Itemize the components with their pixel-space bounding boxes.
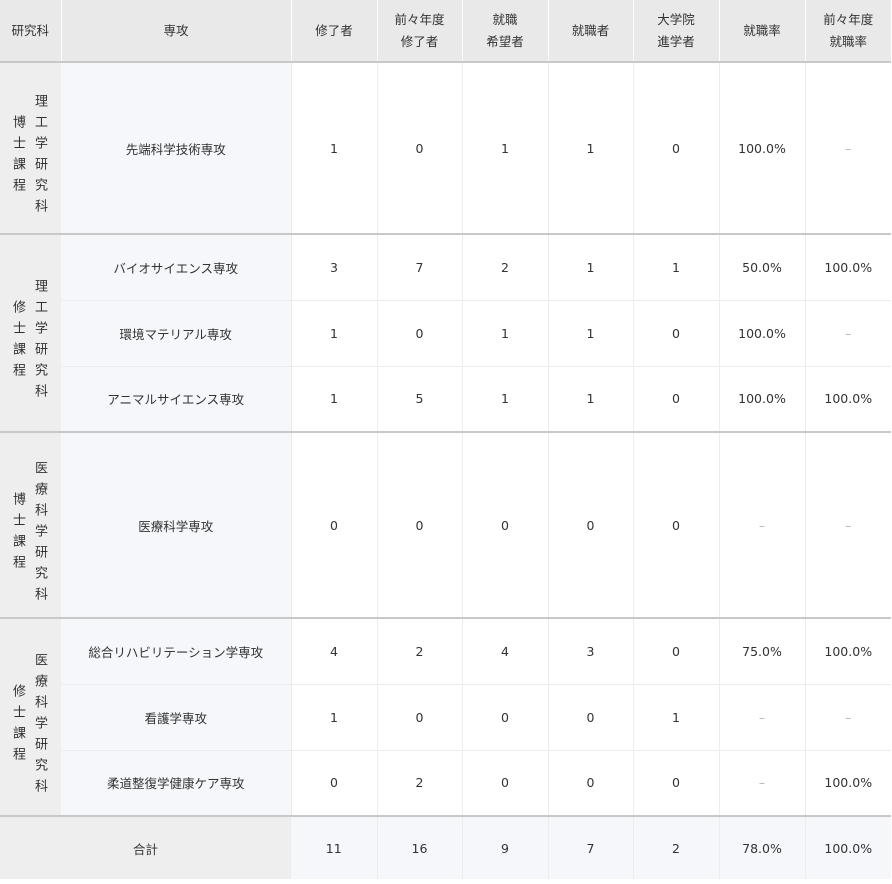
total-completed: 11 xyxy=(291,815,378,879)
major-name: 総合リハビリテーション学専攻 xyxy=(61,617,292,684)
grad-school-entry-cell: 0 xyxy=(633,61,720,234)
major-name: 医療科学専攻 xyxy=(61,431,292,618)
total-grad-school-entry: 2 xyxy=(633,815,720,879)
employment-rate-cell: 100.0% xyxy=(719,61,806,234)
prev-completed-cell: 0 xyxy=(377,431,463,618)
job-seekers-cell: 1 xyxy=(462,365,549,432)
job-seekers-cell: 4 xyxy=(462,617,549,684)
job-seekers-cell: 1 xyxy=(462,61,549,234)
employed-cell: 1 xyxy=(548,233,634,300)
employment-rate-cell: – xyxy=(719,431,806,618)
major-name: 看護学専攻 xyxy=(61,683,292,750)
graduate-school-cell: 医療科学研究科 修士課程 xyxy=(0,617,61,816)
employment-rate-cell: – xyxy=(719,683,806,750)
major-name: 柔道整復学健康ケア専攻 xyxy=(61,749,292,816)
employment-rate-cell: 50.0% xyxy=(719,233,806,300)
graduate-school-cell: 理工学研究科 博士課程 xyxy=(0,61,61,234)
employment-rate-cell: 75.0% xyxy=(719,617,806,684)
employed-cell: 1 xyxy=(548,299,634,366)
completed-cell: 4 xyxy=(291,617,378,684)
prev-completed-cell: 0 xyxy=(377,683,463,750)
table-row: 医療科学研究科 博士課程 医療科学専攻 0 0 0 0 0 – – xyxy=(0,431,891,618)
completed-cell: 1 xyxy=(291,299,378,366)
prev-employment-rate-cell: – xyxy=(805,61,891,234)
employed-cell: 1 xyxy=(548,61,634,234)
header-employed: 就職者 xyxy=(548,0,634,62)
prev-employment-rate-cell: – xyxy=(805,683,891,750)
total-employed: 7 xyxy=(548,815,634,879)
completed-cell: 1 xyxy=(291,365,378,432)
header-employment-rate: 就職率 xyxy=(719,0,806,62)
header-completed: 修了者 xyxy=(291,0,378,62)
table-row: 理工学研究科 博士課程 先端科学技術専攻 1 0 1 1 0 100.0% – xyxy=(0,61,891,234)
header-graduate-school: 研究科 xyxy=(0,0,62,62)
prev-completed-cell: 5 xyxy=(377,365,463,432)
major-name: アニマルサイエンス専攻 xyxy=(61,365,292,432)
employed-cell: 1 xyxy=(548,365,634,432)
job-seekers-cell: 0 xyxy=(462,683,549,750)
header-major: 専攻 xyxy=(61,0,292,62)
job-seekers-cell: 0 xyxy=(462,431,549,618)
prev-completed-cell: 2 xyxy=(377,617,463,684)
completed-cell: 1 xyxy=(291,61,378,234)
major-name: 先端科学技術専攻 xyxy=(61,61,292,234)
header-grad-school-entry: 大学院 進学者 xyxy=(633,0,720,62)
table-row: アニマルサイエンス専攻 1 5 1 1 0 100.0% 100.0% xyxy=(0,365,891,432)
completed-cell: 0 xyxy=(291,749,378,816)
graduate-school-cell: 理工学研究科 修士課程 xyxy=(0,233,61,432)
table-header: 研究科 専攻 修了者 前々年度 修了者 就職 希望者 就職者 大学院 進学者 就職率 … xyxy=(0,0,891,62)
prev-completed-cell: 2 xyxy=(377,749,463,816)
grad-school-entry-cell: 1 xyxy=(633,683,720,750)
employment-stats-table: 研究科 専攻 修了者 前々年度 修了者 就職 希望者 就職者 大学院 進学者 就職率 … xyxy=(0,0,891,879)
grad-school-entry-cell: 0 xyxy=(633,365,720,432)
job-seekers-cell: 0 xyxy=(462,749,549,816)
header-job-seekers: 就職 希望者 xyxy=(462,0,549,62)
total-prev-employment-rate: 100.0% xyxy=(805,815,891,879)
total-employment-rate: 78.0% xyxy=(719,815,806,879)
prev-completed-cell: 0 xyxy=(377,299,463,366)
completed-cell: 1 xyxy=(291,683,378,750)
employed-cell: 3 xyxy=(548,617,634,684)
grad-school-entry-cell: 1 xyxy=(633,233,720,300)
employed-cell: 0 xyxy=(548,683,634,750)
employment-rate-cell: 100.0% xyxy=(719,299,806,366)
header-prev-completed: 前々年度 修了者 xyxy=(377,0,463,62)
table-row: 環境マテリアル専攻 1 0 1 1 0 100.0% – xyxy=(0,299,891,366)
total-job-seekers: 9 xyxy=(462,815,549,879)
grad-school-entry-cell: 0 xyxy=(633,431,720,618)
prev-employment-rate-cell: 100.0% xyxy=(805,749,891,816)
prev-employment-rate-cell: 100.0% xyxy=(805,365,891,432)
major-name: バイオサイエンス専攻 xyxy=(61,233,292,300)
completed-cell: 3 xyxy=(291,233,378,300)
grad-school-entry-cell: 0 xyxy=(633,299,720,366)
table-row: 理工学研究科 修士課程 バイオサイエンス専攻 3 7 2 1 1 50.0% 10… xyxy=(0,233,891,432)
header-prev-employment-rate: 前々年度 就職率 xyxy=(805,0,891,62)
grad-school-entry-cell: 0 xyxy=(633,749,720,816)
employment-rate-cell: – xyxy=(719,749,806,816)
employed-cell: 0 xyxy=(548,749,634,816)
prev-completed-cell: 0 xyxy=(377,61,463,234)
prev-employment-rate-cell: 100.0% xyxy=(805,233,891,300)
employment-rate-cell: 100.0% xyxy=(719,365,806,432)
table-row: 看護学専攻 1 0 0 0 1 – – xyxy=(0,683,891,750)
total-label: 合計 xyxy=(0,815,291,879)
total-prev-completed: 16 xyxy=(377,815,463,879)
table-row: 医療科学研究科 修士課程 総合リハビリテーション学専攻 4 2 4 3 0 75.… xyxy=(0,617,891,816)
table-row: 柔道整復学健康ケア専攻 0 2 0 0 0 – 100.0% xyxy=(0,749,891,816)
completed-cell: 0 xyxy=(291,431,378,618)
total-row: 合計 11 16 9 7 2 78.0% 100.0% xyxy=(0,815,891,879)
prev-employment-rate-cell: 100.0% xyxy=(805,617,891,684)
prev-completed-cell: 7 xyxy=(377,233,463,300)
job-seekers-cell: 1 xyxy=(462,299,549,366)
job-seekers-cell: 2 xyxy=(462,233,549,300)
graduate-school-cell: 医療科学研究科 博士課程 xyxy=(0,431,61,618)
prev-employment-rate-cell: – xyxy=(805,431,891,618)
grad-school-entry-cell: 0 xyxy=(633,617,720,684)
employed-cell: 0 xyxy=(548,431,634,618)
prev-employment-rate-cell: – xyxy=(805,299,891,366)
major-name: 環境マテリアル専攻 xyxy=(61,299,292,366)
